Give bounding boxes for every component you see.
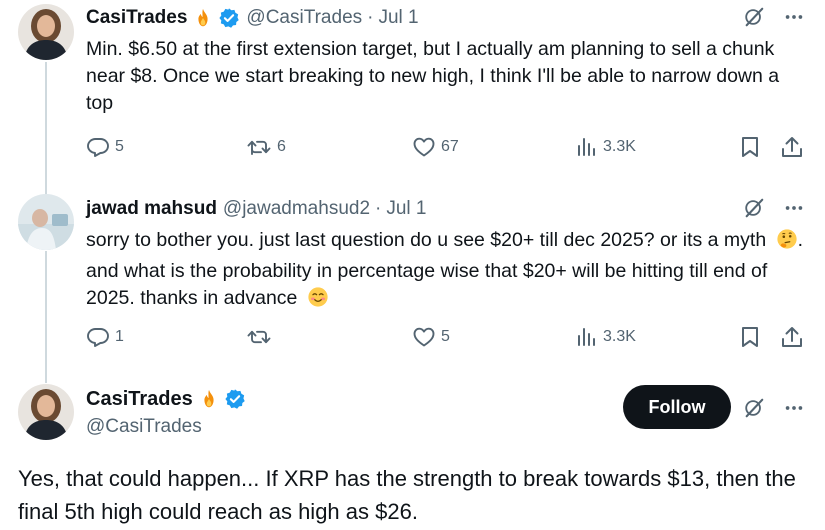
- grok-icon[interactable]: [743, 6, 765, 28]
- main-tweet[interactable]: CasiTrades @CasiTrades Follow Yes, that …: [0, 375, 825, 530]
- avatar[interactable]: [18, 4, 74, 60]
- more-icon[interactable]: [783, 6, 805, 28]
- tweet-text: Yes, that could happen... If XRP has the…: [18, 466, 796, 524]
- top-actions: [743, 197, 805, 219]
- bookmark-button[interactable]: [738, 135, 762, 159]
- views-count: 3.3K: [603, 138, 636, 155]
- top-actions: [743, 6, 805, 28]
- action-bar: 1 5 3.3K: [0, 325, 825, 355]
- share-icon: [780, 135, 804, 159]
- verified-badge-icon: [218, 7, 240, 29]
- date-separator: ·: [375, 198, 382, 219]
- like-button[interactable]: 67: [412, 135, 459, 159]
- author-name[interactable]: CasiTrades: [86, 388, 193, 411]
- views-icon: [576, 135, 598, 159]
- more-icon[interactable]: [783, 197, 805, 219]
- thread-line: [45, 62, 47, 202]
- views-button[interactable]: 3.3K: [576, 325, 636, 349]
- like-icon: [412, 325, 436, 349]
- bookmark-icon: [738, 325, 762, 349]
- reply-count: 1: [115, 328, 124, 345]
- avatar[interactable]: [18, 384, 74, 440]
- like-count: 5: [441, 328, 450, 345]
- tweet-text: Min. $6.50 at the first extension target…: [86, 38, 780, 114]
- views-button[interactable]: 3.3K: [576, 135, 636, 159]
- tweet-header: jawad mahsud @jawadmahsud2 · Jul 1: [86, 197, 426, 221]
- bookmark-icon: [738, 135, 762, 159]
- thinking-face-emoji: [776, 228, 798, 258]
- bookmark-button[interactable]: [738, 325, 762, 349]
- like-button[interactable]: 5: [412, 325, 450, 349]
- action-bar: 5 6 67 3.3K: [0, 135, 825, 165]
- thread-line: [45, 251, 47, 381]
- tweet-text-part1: sorry to bother you. just last question …: [86, 229, 767, 251]
- grok-icon[interactable]: [743, 397, 765, 419]
- views-count: 3.3K: [603, 328, 636, 345]
- reply-button[interactable]: 5: [86, 135, 124, 159]
- reply-icon: [86, 135, 110, 159]
- author-name[interactable]: jawad mahsud: [86, 198, 217, 220]
- fire-emoji: [192, 7, 214, 29]
- author-name[interactable]: CasiTrades: [86, 7, 187, 29]
- tweet-date[interactable]: Jul 1: [378, 7, 418, 29]
- smiling-face-emoji: [307, 286, 329, 316]
- follow-button[interactable]: Follow: [623, 385, 731, 429]
- thread-line: [45, 375, 47, 383]
- reply-icon: [86, 325, 110, 349]
- tweet-header: CasiTrades @CasiTrades · Jul 1: [86, 6, 419, 30]
- grok-icon[interactable]: [743, 197, 765, 219]
- date-separator: ·: [367, 7, 374, 28]
- avatar[interactable]: [18, 194, 74, 250]
- author-handle[interactable]: @CasiTrades: [86, 416, 202, 438]
- like-icon: [412, 135, 436, 159]
- tweet-header: CasiTrades: [86, 387, 252, 411]
- tweet-1[interactable]: CasiTrades @CasiTrades · Jul 1 Min. $6.5…: [0, 0, 825, 202]
- like-count: 67: [441, 138, 459, 155]
- thread-line: [45, 185, 47, 193]
- reply-button[interactable]: 1: [86, 325, 124, 349]
- top-actions: [743, 397, 805, 419]
- tweet-text: sorry to bother you. just last question …: [86, 227, 806, 316]
- repost-icon: [246, 135, 272, 159]
- repost-button[interactable]: 6: [246, 135, 286, 159]
- reply-count: 5: [115, 138, 124, 155]
- tweet-date[interactable]: Jul 1: [386, 198, 426, 220]
- author-handle[interactable]: @CasiTrades: [246, 7, 362, 29]
- views-icon: [576, 325, 598, 349]
- verified-badge-icon: [224, 388, 246, 410]
- repost-button[interactable]: [246, 325, 277, 349]
- share-icon: [780, 325, 804, 349]
- repost-icon: [246, 325, 272, 349]
- fire-emoji: [198, 388, 220, 410]
- share-button[interactable]: [780, 135, 804, 159]
- more-icon[interactable]: [783, 397, 805, 419]
- repost-count: 6: [277, 138, 286, 155]
- tweet-2[interactable]: jawad mahsud @jawadmahsud2 · Jul 1 sorry…: [0, 185, 825, 381]
- author-handle[interactable]: @jawadmahsud2: [223, 198, 370, 220]
- share-button[interactable]: [780, 325, 804, 349]
